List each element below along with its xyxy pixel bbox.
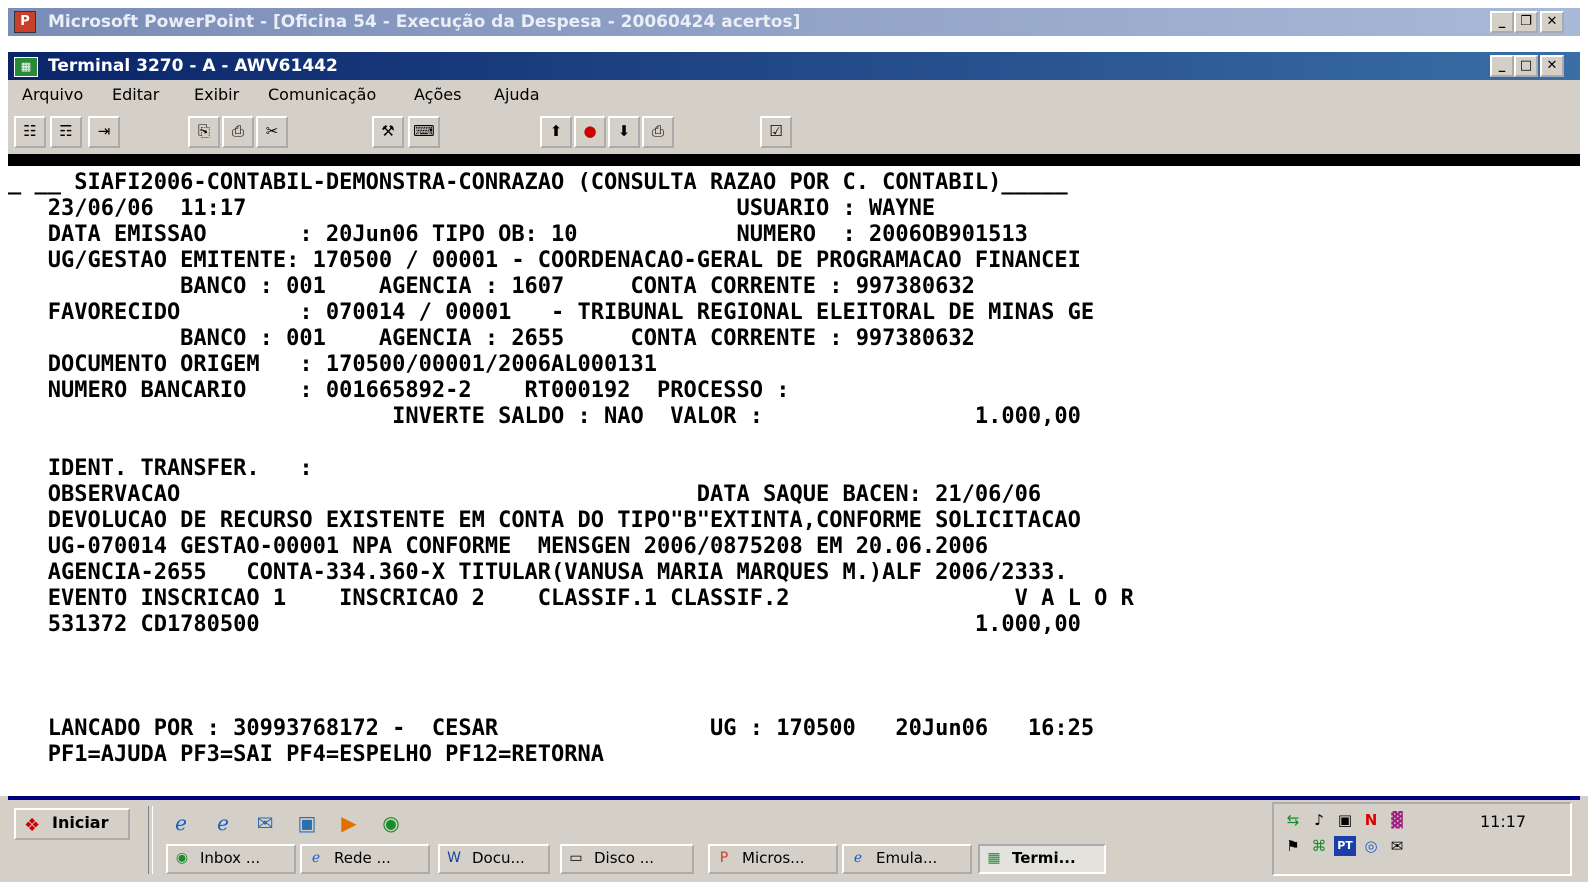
ie-icon: ℯ xyxy=(311,850,321,866)
terminal-line: IDENT. TRANSFER. : xyxy=(8,456,313,481)
terminal-line: FAVORECIDO : 070014 / 00001 - TRIBUNAL R… xyxy=(8,300,1095,325)
terminal-line: 23/06/06 11:17 USUARIO : WAYNE xyxy=(8,196,936,221)
ie-icon[interactable]: ℯ xyxy=(168,810,194,836)
task-label: Docu... xyxy=(472,849,525,867)
mail-icon: ◉ xyxy=(175,850,189,866)
terminal-line: PF1=AJUDA PF3=SAI PF4=ESPELHO PF12=RETOR… xyxy=(8,742,605,767)
taskbar-separator xyxy=(148,806,153,874)
toolbar: ☷ ☶ ⇥ ⎘ ⎙ ✂ ⚒ ⌨ ⬆ ● ⬇ ⎙ ☑ xyxy=(8,110,1580,155)
powerpoint-title: Microsoft PowerPoint - [Oficina 54 - Exe… xyxy=(48,12,801,32)
task-label: Inbox ... xyxy=(200,849,261,867)
task-label: Rede ... xyxy=(334,849,391,867)
send-file-icon[interactable]: ⇥ xyxy=(88,116,120,148)
usb-icon[interactable]: ⚑ xyxy=(1282,836,1304,856)
task-emula[interactable]: ℯ Emula... xyxy=(842,844,972,874)
terminal-line: DATA EMISSAO : 20Jun06 TIPO OB: 10 NUMER… xyxy=(8,222,1028,247)
terminal-line: DEVOLUCAO DE RECURSO EXISTENTE EM CONTA … xyxy=(8,508,1081,533)
terminal-line: NUMERO BANCARIO : 001665892-2 RT000192 P… xyxy=(8,378,790,403)
start-label: Iniciar xyxy=(52,813,109,832)
message-icon[interactable]: ✉ xyxy=(1386,836,1408,856)
menu-arquivo[interactable]: Arquivo xyxy=(22,80,83,110)
ie-icon[interactable]: ℯ xyxy=(210,810,236,836)
keyboard-icon[interactable]: ⌨ xyxy=(408,116,440,148)
menu-bar: Arquivo Editar Exibir Comunicação Ações … xyxy=(8,80,1580,110)
terminal-icon: ▦ xyxy=(987,850,1001,866)
terminal-line: DOCUMENTO ORIGEM : 170500/00001/2006AL00… xyxy=(8,352,658,377)
task-label: Emula... xyxy=(876,849,938,867)
ppt-restore-button[interactable]: ❐ xyxy=(1514,11,1538,33)
terminal-line: LANCADO POR : 30993768172 - CESAR UG : 1… xyxy=(8,716,1095,741)
disconnect-icon[interactable]: ☶ xyxy=(50,116,82,148)
menu-comunicacao[interactable]: Comunicação xyxy=(268,80,376,110)
ppt-minimize-button[interactable]: _ xyxy=(1490,11,1514,33)
ppt-close-button[interactable]: ✕ xyxy=(1540,11,1564,33)
settings-icon[interactable]: ⚒ xyxy=(372,116,404,148)
audio-icon[interactable]: ◎ xyxy=(1360,836,1382,856)
ie-icon: ℯ xyxy=(853,850,863,866)
terminal-icon[interactable]: ▦ xyxy=(14,57,38,77)
task-rede[interactable]: ℯ Rede ... xyxy=(300,844,430,874)
volume-icon[interactable]: ♪ xyxy=(1308,810,1330,830)
terminal-line: INVERTE SALDO : NAO VALOR : 1.000,00 xyxy=(8,404,1081,429)
terminal-minimize-button[interactable]: _ xyxy=(1490,55,1514,77)
terminal-line: EVENTO INSCRICAO 1 INSCRICAO 2 CLASSIF.1… xyxy=(8,586,1134,611)
task-docu[interactable]: W Docu... xyxy=(438,844,550,874)
terminal-maximize-button[interactable]: □ xyxy=(1514,55,1538,77)
terminal-line: BANCO : 001 AGENCIA : 1607 CONTA CORRENT… xyxy=(8,274,975,299)
task-inbox[interactable]: ◉ Inbox ... xyxy=(166,844,296,874)
terminal-screen[interactable]: _ __ SIAFI2006-CONTABIL-DEMONSTRA-CONRAZ… xyxy=(8,154,1580,794)
terminal-line: AGENCIA-2655 CONTA-334.360-X TITULAR(VAN… xyxy=(8,560,1068,585)
connect-icon[interactable]: ☷ xyxy=(14,116,46,148)
task-micros[interactable]: P Micros... xyxy=(708,844,838,874)
terminal-line: OBSERVACAO DATA SAQUE BACEN: 21/06/06 xyxy=(8,482,1042,507)
start-button[interactable]: ❖ Iniciar xyxy=(14,808,130,840)
terminal-line: BANCO : 001 AGENCIA : 2655 CONTA CORRENT… xyxy=(8,326,975,351)
clock[interactable]: 11:17 xyxy=(1480,812,1526,831)
language-icon[interactable]: PT xyxy=(1334,836,1356,856)
outlook-icon[interactable]: ✉ xyxy=(252,810,278,836)
menu-exibir[interactable]: Exibir xyxy=(194,80,239,110)
menu-acoes[interactable]: Ações xyxy=(414,80,461,110)
connection-icon[interactable]: ⌘ xyxy=(1308,836,1330,856)
antivirus-icon[interactable]: N xyxy=(1360,810,1382,830)
windows-logo-icon: ❖ xyxy=(24,815,41,836)
terminal-close-button[interactable]: ✕ xyxy=(1540,55,1564,77)
menu-ajuda[interactable]: Ajuda xyxy=(494,80,540,110)
powerpoint-icon: P xyxy=(719,850,729,866)
terminal-line: 531372 CD1780500 1.000,00 xyxy=(8,612,1081,637)
media-icon[interactable]: ▶ xyxy=(336,810,362,836)
system-tray: ⇆ ♪ ▣ N ▓ ⚑ ⌘ PT ◎ ✉ xyxy=(1272,802,1572,876)
print-icon[interactable]: ⎙ xyxy=(642,116,674,148)
disk-icon: ▭ xyxy=(569,850,583,866)
task-label: Disco ... xyxy=(594,849,655,867)
terminal-line: _ __ SIAFI2006-CONTABIL-DEMONSTRA-CONRAZ… xyxy=(8,170,1068,195)
terminal-line: UG/GESTAO EMITENTE: 170500 / 00001 - COO… xyxy=(8,248,1081,273)
terminal-title: Terminal 3270 - A - AWV61442 xyxy=(48,56,338,76)
transfer-down-icon[interactable]: ⬇ xyxy=(608,116,640,148)
screen-icon[interactable]: ☑ xyxy=(760,116,792,148)
transfer-up-icon[interactable]: ⬆ xyxy=(540,116,572,148)
task-label: Micros... xyxy=(742,849,805,867)
task-terminal[interactable]: ▦ Termi... xyxy=(978,844,1106,874)
word-icon: W xyxy=(447,850,461,866)
task-label: Termi... xyxy=(1012,849,1076,867)
desktop-icon[interactable]: ▣ xyxy=(294,810,320,836)
terminal-line: UG-070014 GESTAO-00001 NPA CONFORME MENS… xyxy=(8,534,989,559)
task-disco[interactable]: ▭ Disco ... xyxy=(560,844,694,874)
paste-icon[interactable]: ⎙ xyxy=(222,116,254,148)
display-icon[interactable]: ▣ xyxy=(1334,810,1356,830)
menu-editar[interactable]: Editar xyxy=(112,80,159,110)
powerpoint-icon[interactable]: P xyxy=(14,11,36,33)
cut-icon[interactable]: ✂ xyxy=(256,116,288,148)
app-icon[interactable]: ◉ xyxy=(378,810,404,836)
network-icon[interactable]: ⇆ xyxy=(1282,810,1304,830)
monitor-icon[interactable]: ▓ xyxy=(1386,810,1408,830)
copy-icon[interactable]: ⎘ xyxy=(188,116,220,148)
record-icon[interactable]: ● xyxy=(574,116,606,148)
taskbar-divider xyxy=(8,796,1580,800)
